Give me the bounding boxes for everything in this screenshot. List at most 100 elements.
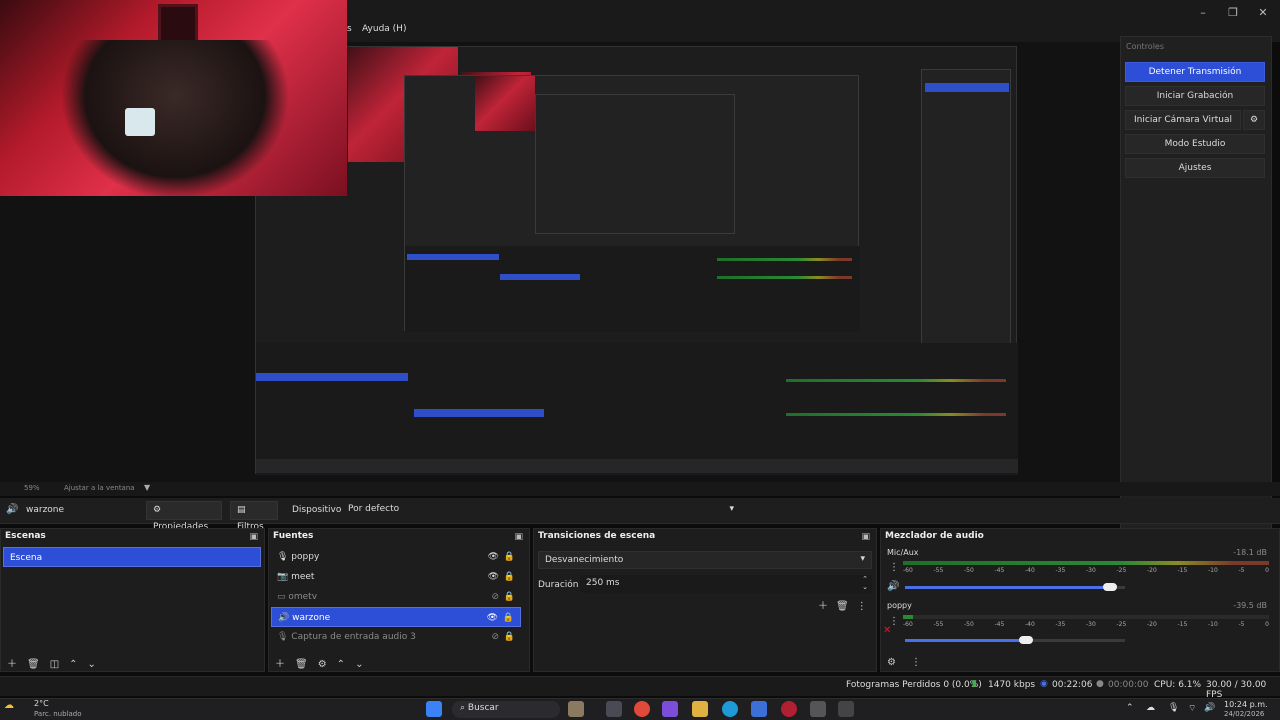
source-row-meet[interactable]: 📷 meet 👁 🔒 — [271, 567, 521, 587]
task-view-icon[interactable] — [606, 701, 622, 717]
scale-tick: -25 — [1116, 621, 1127, 628]
mixer-menu-icon[interactable]: ⋮ — [911, 657, 921, 668]
remove-source-icon[interactable]: 🗑 — [295, 659, 318, 670]
properties-button[interactable]: ⚙ Propiedades — [146, 501, 222, 532]
taskbar-search[interactable]: ⌕ Buscar — [452, 701, 560, 718]
webcam-source — [0, 0, 347, 200]
dock-float-icon[interactable]: ▣ — [514, 532, 523, 542]
move-up-icon[interactable]: ⌃ — [337, 659, 355, 670]
copilot-icon[interactable] — [662, 701, 678, 717]
eye-icon[interactable]: 👁 — [488, 547, 499, 567]
volume-slider[interactable] — [905, 636, 1125, 644]
lock-icon[interactable]: 🔒 — [504, 547, 515, 567]
start-recording-button[interactable]: Iniciar Grabación — [1125, 86, 1265, 106]
speaker-icon[interactable]: 🔊 — [887, 581, 899, 592]
tray-app-icon[interactable]: ☁ — [1146, 703, 1155, 713]
store-icon[interactable] — [751, 701, 767, 717]
weather-icon[interactable]: ☁ — [4, 700, 14, 711]
eye-icon[interactable]: 👁 — [487, 608, 498, 628]
obs-icon[interactable] — [781, 701, 797, 717]
current-source-name: warzone — [26, 505, 65, 515]
dock-float-icon[interactable]: ▣ — [249, 532, 258, 542]
fit-to-window[interactable]: Ajustar a la ventana — [64, 484, 135, 492]
stop-stream-button[interactable]: Detener Transmisión — [1125, 62, 1265, 82]
lock-icon[interactable]: 🔒 — [504, 627, 515, 647]
volume-slider-fill — [905, 639, 1026, 642]
eye-hidden-icon[interactable]: ⊘ — [491, 587, 499, 607]
remove-transition-icon[interactable]: 🗑 — [836, 601, 857, 612]
scale-tick: -10 — [1208, 621, 1218, 628]
duration-value: 250 ms — [586, 578, 620, 588]
add-scene-icon[interactable]: ＋ — [7, 659, 27, 670]
filter-icon: ▤ — [237, 505, 246, 515]
start-virtual-camera-button[interactable]: Iniciar Cámara Virtual — [1125, 110, 1241, 130]
more-options-icon[interactable]: ⋮ — [857, 601, 875, 612]
muted-speaker-icon[interactable]: ✕ — [883, 625, 891, 636]
nested-docks — [405, 246, 860, 332]
menu-partial[interactable]: s — [347, 24, 352, 34]
scene-filters-icon[interactable]: ◫ — [50, 659, 69, 670]
source-row-audio-capture[interactable]: 🎙 Captura de entrada audio 3 ⊘ 🔒 — [271, 627, 521, 647]
lock-icon[interactable]: 🔒 — [503, 608, 514, 628]
add-source-icon[interactable]: ＋ — [275, 659, 295, 670]
filters-button[interactable]: ▤ Filtros — [230, 501, 278, 532]
camera-icon: 📷 — [277, 572, 292, 582]
headphone-light — [125, 108, 155, 136]
volume-slider-handle[interactable] — [1019, 636, 1033, 644]
volume-slider[interactable] — [905, 583, 1125, 591]
zoom-dropdown-icon[interactable]: ▼ — [144, 483, 150, 492]
remove-scene-icon[interactable]: 🗑 — [27, 659, 50, 670]
source-properties-icon[interactable]: ⚙ — [318, 659, 337, 670]
source-name: Captura de entrada audio 3 — [291, 632, 416, 642]
move-up-icon[interactable]: ⌃ — [69, 659, 87, 670]
studio-mode-button[interactable]: Modo Estudio — [1125, 134, 1265, 154]
move-down-icon[interactable]: ⌄ — [355, 659, 373, 670]
transition-toolbar: ＋🗑⋮ — [818, 597, 875, 612]
add-transition-icon[interactable]: ＋ — [818, 601, 836, 612]
source-row-poppy[interactable]: 🎙 poppy 👁 🔒 — [271, 547, 521, 567]
tray-chevron-icon[interactable]: ⌃ — [1126, 703, 1134, 713]
scene-item[interactable]: Escena — [3, 547, 261, 567]
device-select[interactable]: Por defecto ▾ — [342, 501, 740, 520]
settings-button[interactable]: Ajustes — [1125, 158, 1265, 178]
minimize-icon[interactable]: – — [1194, 6, 1212, 20]
chrome-icon[interactable] — [634, 701, 650, 717]
move-down-icon[interactable]: ⌄ — [88, 659, 106, 670]
scale-tick: -60 — [903, 567, 913, 574]
eye-icon[interactable]: 👁 — [488, 567, 499, 587]
volume-icon[interactable]: 🔊 — [1204, 703, 1215, 713]
stepper-icon[interactable]: ⌃ ⌄ — [862, 575, 868, 591]
nested-meter-2 — [717, 276, 852, 279]
source-name: warzone — [292, 613, 331, 623]
clock-date[interactable]: 24/02/2026 — [1224, 710, 1264, 718]
zoom-level[interactable]: 59% — [24, 484, 40, 492]
source-row-ometv[interactable]: ▭ ometv ⊘ 🔒 — [271, 587, 521, 607]
widgets-icon[interactable] — [568, 701, 584, 717]
track-menu-icon[interactable]: ⋮ — [889, 562, 899, 573]
mic-icon[interactable]: 🎙 — [1168, 703, 1179, 713]
advanced-audio-icon[interactable]: ⚙ — [887, 657, 896, 668]
speaker-icon: 🔊 — [278, 613, 293, 623]
start-icon[interactable] — [426, 701, 442, 717]
preview-canvas[interactable] — [255, 46, 1018, 475]
close-icon[interactable]: ✕ — [1254, 6, 1272, 20]
duration-input[interactable]: 250 ms ⌃ ⌄ — [580, 575, 872, 593]
lock-icon[interactable]: 🔒 — [504, 567, 515, 587]
edge-icon[interactable] — [722, 701, 738, 717]
app-icon[interactable] — [838, 701, 854, 717]
clock-time[interactable]: 10:24 p.m. — [1224, 700, 1268, 709]
wifi-icon[interactable]: ⌔ — [1188, 703, 1196, 714]
lock-icon[interactable]: 🔒 — [504, 587, 515, 607]
file-explorer-icon[interactable] — [692, 701, 708, 717]
dock-float-icon[interactable]: ▣ — [861, 532, 870, 542]
menu-help[interactable]: Ayuda (H) — [362, 24, 406, 34]
source-row-warzone[interactable]: 🔊 warzone 👁 🔒 — [271, 607, 521, 627]
volume-slider-handle[interactable] — [1102, 583, 1117, 591]
scale-tick: -45 — [994, 567, 1005, 574]
eye-hidden-icon[interactable]: ⊘ — [491, 627, 499, 647]
track-level: -18.1 dB — [1233, 548, 1267, 557]
settings-app-icon[interactable] — [810, 701, 826, 717]
transition-select[interactable]: Desvanecimiento ▾ — [538, 551, 872, 569]
virtual-camera-settings-gear-icon[interactable]: ⚙ — [1243, 110, 1265, 130]
maximize-icon[interactable]: ❐ — [1224, 6, 1242, 20]
